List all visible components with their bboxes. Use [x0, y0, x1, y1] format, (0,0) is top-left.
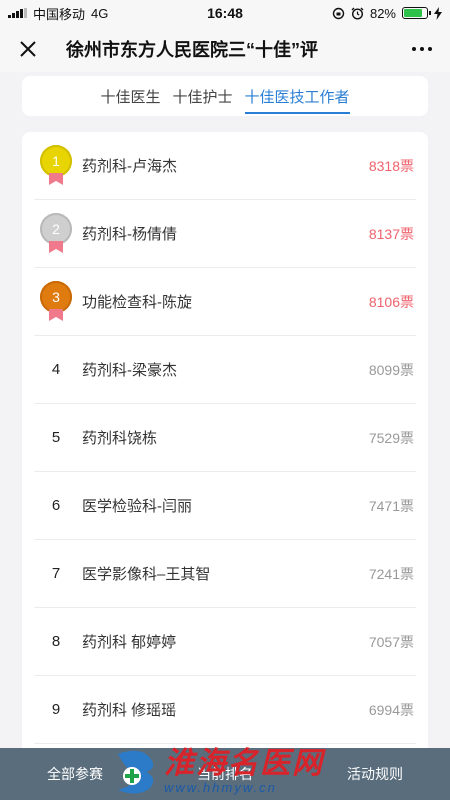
all-entries-button[interactable]: 全部参赛	[0, 764, 150, 784]
bottom-nav: 全部参赛 当前排名 活动规则	[0, 748, 450, 800]
network-label: 4G	[91, 5, 109, 21]
rank-cell: 1	[34, 144, 78, 187]
vote-count: 8137票	[368, 225, 414, 242]
candidate-name: 药剂科 郁婷婷	[82, 634, 177, 651]
vote-count: 8318票	[368, 157, 414, 174]
rotation-lock-icon	[332, 7, 345, 19]
rank-cell: 4	[34, 361, 78, 378]
ribbon-icon	[49, 240, 63, 253]
list-item[interactable]: 9 药剂科 修瑶瑶 6994票	[34, 676, 416, 744]
status-bar: 中国移动 4G 16:48 82%	[0, 0, 450, 26]
nav-bar: 徐州市东方人民医院三“十佳”评	[0, 26, 450, 72]
gold-medal-icon: 1	[40, 144, 72, 187]
battery-icon	[402, 7, 431, 19]
silver-medal-icon: 2	[40, 212, 72, 255]
close-icon	[20, 41, 36, 57]
rank-cell: 9	[34, 701, 78, 718]
list-item[interactable]: 7 医学影像科–王其智 7241票	[34, 540, 416, 608]
tab-top-doctors[interactable]: 十佳医生	[100, 82, 160, 111]
rank-cell: 8	[34, 633, 78, 650]
rank-cell: 3	[34, 280, 78, 323]
rank-number: 6	[51, 497, 61, 514]
bronze-medal-icon: 3	[40, 280, 72, 323]
alarm-icon	[351, 7, 364, 20]
list-item[interactable]: 3 功能检查科-陈旋 8106票	[34, 268, 416, 336]
rank-cell: 6	[34, 497, 78, 514]
close-button[interactable]	[0, 26, 56, 72]
signal-icon	[8, 8, 27, 18]
candidate-name: 药剂科 修瑶瑶	[82, 702, 177, 719]
tab-top-nurses[interactable]: 十佳护士	[172, 82, 232, 111]
vote-count: 7241票	[368, 565, 414, 582]
more-dot-icon	[428, 47, 432, 51]
vote-count: 8106票	[368, 293, 414, 310]
list-item[interactable]: 1 药剂科-卢海杰 8318票	[34, 132, 416, 200]
list-item[interactable]: 4 药剂科-梁豪杰 8099票	[34, 336, 416, 404]
ribbon-icon	[49, 308, 63, 321]
category-tabs: 十佳医生 十佳护士 十佳医技工作者	[22, 76, 428, 116]
candidate-name: 医学检验科-闫丽	[82, 498, 192, 515]
vote-count: 7471票	[368, 497, 414, 514]
rank-cell: 7	[34, 565, 78, 582]
candidate-name: 药剂科-卢海杰	[82, 158, 177, 175]
status-left: 中国移动 4G	[8, 4, 108, 23]
battery-level	[404, 9, 423, 17]
current-ranking-button[interactable]: 当前排名	[150, 764, 300, 784]
battery-percent: 82%	[369, 5, 396, 21]
charging-icon	[434, 6, 442, 20]
page-title: 徐州市东方人民医院三“十佳”评	[66, 40, 318, 60]
candidate-name: 医学影像科–王其智	[82, 566, 211, 583]
list-item[interactable]: 6 医学检验科-闫丽 7471票	[34, 472, 416, 540]
vote-count: 7529票	[368, 429, 414, 446]
vote-count: 7057票	[368, 633, 414, 650]
candidate-name: 功能检查科-陈旋	[82, 294, 192, 311]
ribbon-icon	[49, 172, 63, 185]
list-item[interactable]: 2 药剂科-杨倩倩 8137票	[34, 200, 416, 268]
rank-number: 8	[51, 633, 61, 650]
ranking-list: 1 药剂科-卢海杰 8318票 2 药剂科-杨倩倩 8137票 3 功能检查科-…	[22, 132, 428, 772]
rank-number: 7	[51, 565, 61, 582]
clock: 16:48	[207, 5, 243, 21]
candidate-name: 药剂科饶栋	[82, 430, 158, 447]
candidate-name: 药剂科-杨倩倩	[82, 226, 177, 243]
list-item[interactable]: 5 药剂科饶栋 7529票	[34, 404, 416, 472]
rank-cell: 5	[34, 429, 78, 446]
rank-number: 4	[51, 361, 61, 378]
more-dot-icon	[420, 47, 424, 51]
carrier-label: 中国移动	[33, 6, 86, 22]
vote-count: 8099票	[368, 361, 414, 378]
rank-cell: 2	[34, 212, 78, 255]
more-menu-button[interactable]	[394, 26, 450, 72]
list-item[interactable]: 8 药剂科 郁婷婷 7057票	[34, 608, 416, 676]
vote-count: 6994票	[368, 701, 414, 718]
rank-number: 9	[51, 701, 61, 718]
more-dot-icon	[412, 47, 416, 51]
candidate-name: 药剂科-梁豪杰	[82, 362, 177, 379]
tab-top-medtech[interactable]: 十佳医技工作者	[244, 82, 350, 114]
rules-button[interactable]: 活动规则	[300, 764, 450, 784]
rank-number: 5	[51, 429, 61, 446]
status-right: 82%	[332, 6, 442, 21]
